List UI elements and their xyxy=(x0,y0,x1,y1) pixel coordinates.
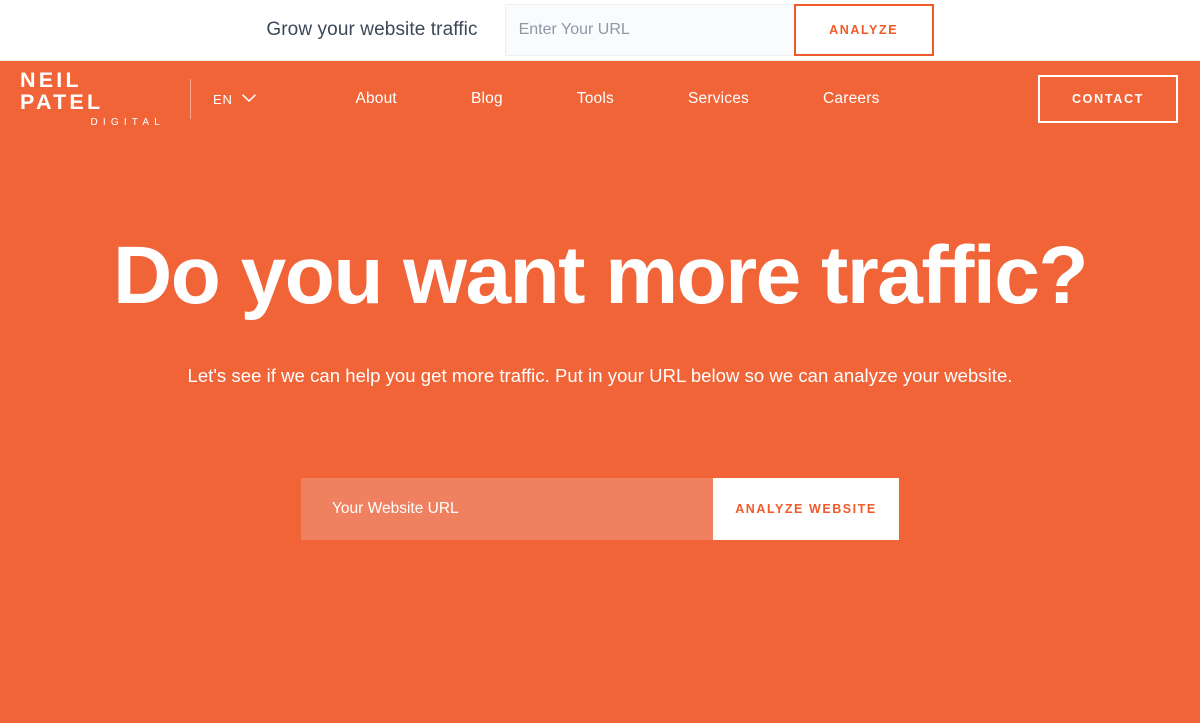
site-logo[interactable]: NEIL PATEL DIGITAL xyxy=(20,68,166,128)
language-selector-label: EN xyxy=(213,91,233,107)
nav-link-careers[interactable]: Careers xyxy=(786,90,917,108)
contact-button[interactable]: CONTACT xyxy=(1038,75,1178,123)
top-url-input[interactable] xyxy=(504,4,794,56)
nav-link-services[interactable]: Services xyxy=(651,90,786,108)
nav-link-about[interactable]: About xyxy=(318,90,434,108)
logo-primary-text: NEIL PATEL xyxy=(20,68,104,114)
brand-block: NEIL PATEL DIGITAL EN xyxy=(20,68,256,128)
hero-section: NEIL PATEL DIGITAL EN About Blog Tools S… xyxy=(0,61,1200,723)
hero-analyze-website-button[interactable]: ANALYZE WEBSITE xyxy=(713,477,899,540)
hero-url-input[interactable] xyxy=(301,477,713,540)
brand-divider xyxy=(190,79,191,119)
nav-link-tools[interactable]: Tools xyxy=(540,90,651,108)
hero-url-form: ANALYZE WEBSITE xyxy=(301,477,899,540)
logo-secondary-text: DIGITAL xyxy=(90,117,165,128)
hero-headline: Do you want more traffic? xyxy=(113,230,1088,321)
chevron-down-icon xyxy=(241,90,256,108)
top-utility-bar: Grow your website traffic ANALYZE xyxy=(0,0,1200,61)
top-utility-bar-inner: Grow your website traffic ANALYZE xyxy=(266,0,934,60)
top-url-form: ANALYZE xyxy=(504,4,934,56)
nav-link-blog[interactable]: Blog xyxy=(434,90,540,108)
top-utility-bar-label: Grow your website traffic xyxy=(266,19,478,40)
language-selector[interactable]: EN xyxy=(213,90,256,108)
top-analyze-button[interactable]: ANALYZE xyxy=(793,4,934,56)
hero-subheadline: Let's see if we can help you get more tr… xyxy=(187,365,1013,386)
main-navbar: NEIL PATEL DIGITAL EN About Blog Tools S… xyxy=(0,61,1200,137)
hero-content: Do you want more traffic? Let's see if w… xyxy=(0,137,1200,540)
